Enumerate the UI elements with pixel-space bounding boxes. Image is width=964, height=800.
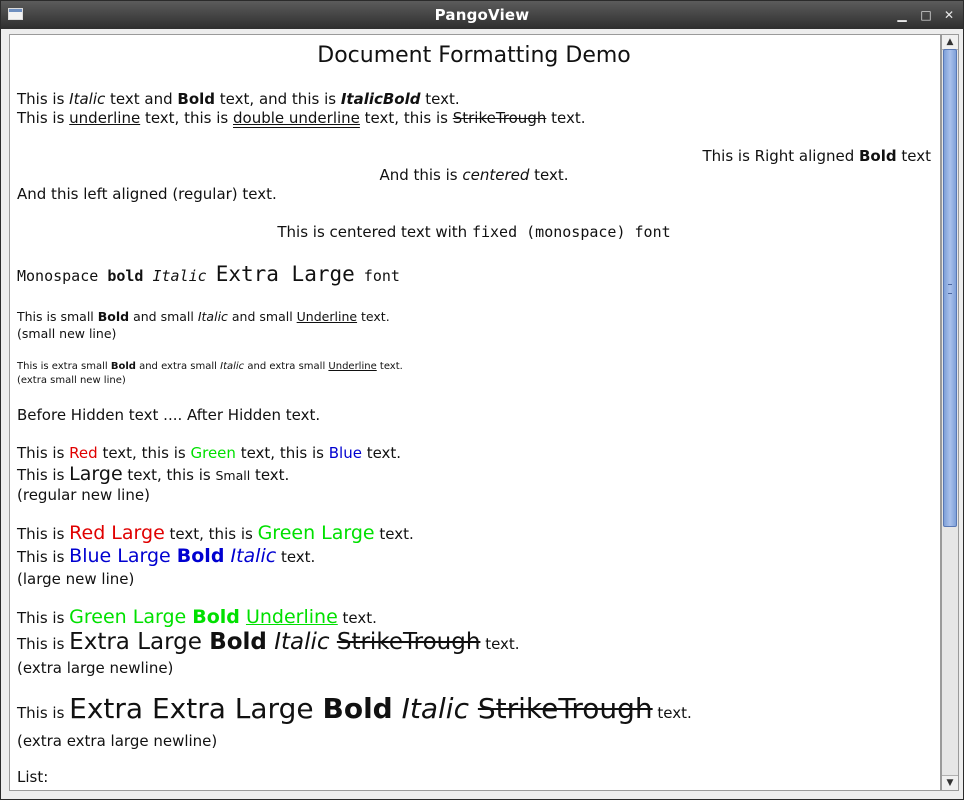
line-sizes: This is Large text, this is Small text. (17, 463, 290, 485)
scroll-down-arrow-icon[interactable]: ▼ (942, 775, 958, 790)
minimize-button[interactable]: ▁ (894, 7, 910, 23)
maximize-button[interactable]: □ (918, 7, 934, 23)
scroll-up-arrow-icon[interactable]: ▲ (942, 35, 958, 50)
line-italic-bold: This is Italic text and Bold text, and t… (17, 90, 460, 108)
document-view[interactable]: Document Formatting Demo This is Italic … (9, 34, 941, 791)
title-bar[interactable]: PangoView ▁ □ ✕ (1, 1, 963, 29)
scrollbar-thumb[interactable] (943, 49, 957, 527)
line-left-aligned: And this left aligned (regular) text. (17, 185, 277, 203)
line-green-large: This is Green Large Bold Underline text. (17, 606, 377, 628)
line-large-newline: (large new line) (17, 570, 135, 588)
line-list: List: (17, 768, 49, 786)
line-centered: And this is centered text. (379, 166, 569, 184)
line-extra-small-newline: (extra small new line) (17, 375, 126, 386)
line-blue-large: This is Blue Large Bold Italic text. (17, 545, 316, 567)
close-button[interactable]: ✕ (941, 7, 957, 23)
line-extra-small: This is extra small Bold and extra small… (17, 361, 403, 372)
line-extra-large: This is Extra Large Bold Italic StrikeTr… (17, 629, 520, 655)
line-monospace: Monospace bold Italic Extra Large font (17, 262, 400, 286)
line-centered-mono: This is centered text with fixed (monosp… (277, 223, 671, 241)
app-window: PangoView ▁ □ ✕ Document Formatting Demo… (0, 0, 964, 800)
line-colors: This is Red text, this is Green text, th… (17, 444, 402, 462)
line-large-colors: This is Red Large text, this is Green La… (17, 522, 414, 544)
line-underline-strike: This is underline text, this is double u… (17, 109, 586, 127)
vertical-scrollbar[interactable]: ▲ ▼ (941, 34, 959, 791)
line-extra-extra-large-newline: (extra extra large newline) (17, 732, 218, 750)
line-right-aligned: This is Right aligned Bold text (702, 147, 931, 165)
line-small-newline: (small new line) (17, 326, 117, 341)
line-small: This is small Bold and small Italic and … (17, 309, 390, 324)
line-hidden-text: Before Hidden text .... After Hidden tex… (17, 406, 321, 424)
line-regular-newline: (regular new line) (17, 486, 150, 504)
scrollbar-grip-icon (948, 284, 952, 294)
line-extra-extra-large: This is Extra Extra Large Bold Italic St… (17, 692, 692, 725)
window-title: PangoView (434, 6, 530, 24)
page-title: Document Formatting Demo (317, 43, 631, 68)
line-extra-large-newline: (extra large newline) (17, 659, 174, 677)
